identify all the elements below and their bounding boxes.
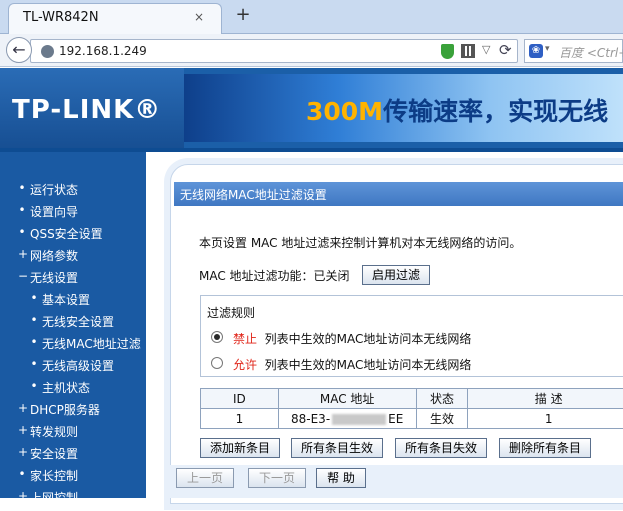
plus-icon: + <box>18 445 26 459</box>
rule-allow-text: 列表中生效的MAC地址访问本无线网络 <box>265 358 472 372</box>
navigation-bar: 192.168.1.249 ▽ ⟳ ← ❀ ▾ 百度 <Ctrl+K> <box>0 34 623 67</box>
radio-deny[interactable] <box>211 331 223 343</box>
url-text: 192.168.1.249 <box>59 44 147 58</box>
column-header-desc: 描 述 <box>468 389 623 409</box>
slogan-text: 传输速率，实现无线 <box>383 97 608 126</box>
slogan-accent: 300M <box>306 97 383 126</box>
sidebar-item-label: 无线MAC地址过滤 <box>42 335 141 352</box>
help-button[interactable]: 帮 助 <box>316 468 366 488</box>
page-title: 无线网络MAC地址过滤设置 <box>180 186 327 203</box>
back-button[interactable]: ← <box>6 37 32 63</box>
sidebar-item-label: 无线高级设置 <box>42 357 114 374</box>
shield-icon[interactable] <box>441 44 454 59</box>
prev-page-button[interactable]: 上一页 <box>176 468 234 488</box>
next-page-button[interactable]: 下一页 <box>248 468 306 488</box>
qr-code-icon[interactable] <box>461 44 475 58</box>
plus-icon: + <box>18 401 26 415</box>
tab-title: TL-WR842N <box>23 10 99 25</box>
sidebar-item-label: 设置向导 <box>30 203 78 220</box>
search-placeholder: 百度 <Ctrl+K> <box>559 44 623 61</box>
delete-all-button[interactable]: 删除所有条目 <box>499 438 591 458</box>
baidu-paw-icon[interactable]: ❀ <box>529 44 543 58</box>
sidebar-item-label: 无线设置 <box>30 269 78 286</box>
add-entry-button[interactable]: 添加新条目 <box>200 438 280 458</box>
sidebar-item-label: 安全设置 <box>30 445 78 462</box>
mac-filter-table: ID MAC 地址 状态 描 述 1 88-E3- EE 生效 1 <box>200 388 623 429</box>
minus-icon: − <box>18 269 26 283</box>
filter-rules-group: 过滤规则 禁止 列表中生效的MAC地址访问本无线网络 允许 列表中生效的MAC地… <box>200 295 623 377</box>
sidebar-menu: • 运行状态 • 设置向导 • QSS安全设置 + 网络参数 −无线设置 • 基本设置 •… <box>0 152 146 498</box>
bullet-icon: • <box>18 467 26 481</box>
enable-filter-button[interactable]: 启用过滤 <box>362 265 430 285</box>
rule-allow-keyword: 允许 <box>233 358 257 372</box>
sidebar-item-label: 网络参数 <box>30 247 78 264</box>
disable-all-button[interactable]: 所有条目失效 <box>395 438 487 458</box>
plus-icon: + <box>18 247 26 261</box>
sidebar-item-label: 主机状态 <box>42 379 90 396</box>
main-content: 无线网络MAC地址过滤设置 本页设置 MAC 地址过滤来控制计算机对本无线网络的… <box>146 152 623 498</box>
bullet-icon: • <box>30 357 38 371</box>
bullet-icon: • <box>18 203 26 217</box>
column-header-mac: MAC 地址 <box>278 389 416 409</box>
pager-bar <box>170 465 623 498</box>
enable-all-button[interactable]: 所有条目生效 <box>291 438 383 458</box>
tab-bar: TL-WR842N × + <box>0 0 623 34</box>
cell-mac: 88-E3- EE <box>278 409 416 429</box>
new-tab-button[interactable]: + <box>233 5 253 25</box>
rule-deny-keyword: 禁止 <box>233 332 257 346</box>
tp-link-logo: TP-LINK® <box>12 95 161 125</box>
mac-suffix: EE <box>388 412 403 426</box>
sidebar-item-label: 无线安全设置 <box>42 313 114 330</box>
cell-id: 1 <box>201 409 279 429</box>
sidebar-item-label: 家长控制 <box>30 467 78 484</box>
page-description: 本页设置 MAC 地址过滤来控制计算机对本无线网络的访问。 <box>199 234 521 251</box>
chevron-down-icon[interactable]: ▽ <box>482 43 490 56</box>
sidebar-item-label: QSS安全设置 <box>30 225 103 242</box>
filter-rules-legend: 过滤规则 <box>207 304 255 321</box>
arrow-left-icon: ← <box>12 40 25 59</box>
cell-status: 生效 <box>416 409 468 429</box>
globe-icon <box>41 45 54 58</box>
bullet-icon: • <box>30 291 38 305</box>
reload-icon[interactable]: ⟳ <box>499 41 512 59</box>
close-icon[interactable]: × <box>191 9 207 25</box>
panel-header: 无线网络MAC地址过滤设置 <box>174 182 623 206</box>
sidebar-item-label: 转发规则 <box>30 423 78 440</box>
slogan-area: 300M传输速率，实现无线 <box>184 74 623 142</box>
browser-tab[interactable]: TL-WR842N × <box>8 3 222 34</box>
bullet-icon: • <box>30 335 38 349</box>
rule-deny-text: 列表中生效的MAC地址访问本无线网络 <box>265 332 472 346</box>
table-header-row: ID MAC 地址 状态 描 述 <box>201 389 623 409</box>
sidebar-item-label: 运行状态 <box>30 181 78 198</box>
sidebar-item-label: DHCP服务器 <box>30 401 100 418</box>
redacted-mac <box>332 414 386 425</box>
mac-prefix: 88-E3- <box>291 412 330 426</box>
sidebar-item-label: 基本设置 <box>42 291 90 308</box>
plus-icon: + <box>18 489 26 503</box>
bullet-icon: • <box>30 379 38 393</box>
header-banner: TP-LINK® 300M传输速率，实现无线 <box>0 68 623 148</box>
radio-allow[interactable] <box>211 357 223 369</box>
bullet-icon: • <box>18 225 26 239</box>
rule-deny-label: 禁止 列表中生效的MAC地址访问本无线网络 <box>233 330 471 347</box>
rule-allow-label: 允许 列表中生效的MAC地址访问本无线网络 <box>233 356 471 373</box>
column-header-id: ID <box>201 389 279 409</box>
plus-icon: + <box>18 423 26 437</box>
bullet-icon: • <box>18 181 26 195</box>
table-row: 1 88-E3- EE 生效 1 <box>201 409 623 429</box>
chevron-down-icon[interactable]: ▾ <box>545 44 550 54</box>
banner-slogan: 300M传输速率，实现无线 <box>306 92 608 128</box>
logo-area: TP-LINK® <box>0 68 184 148</box>
bullet-icon: • <box>30 313 38 327</box>
cell-desc: 1 <box>468 409 623 429</box>
search-input[interactable]: ❀ ▾ 百度 <Ctrl+K> <box>524 39 623 63</box>
column-header-status: 状态 <box>416 389 468 409</box>
filter-status: MAC 地址过滤功能：已关闭 <box>199 267 350 284</box>
address-bar[interactable]: 192.168.1.249 ▽ ⟳ <box>30 39 518 63</box>
